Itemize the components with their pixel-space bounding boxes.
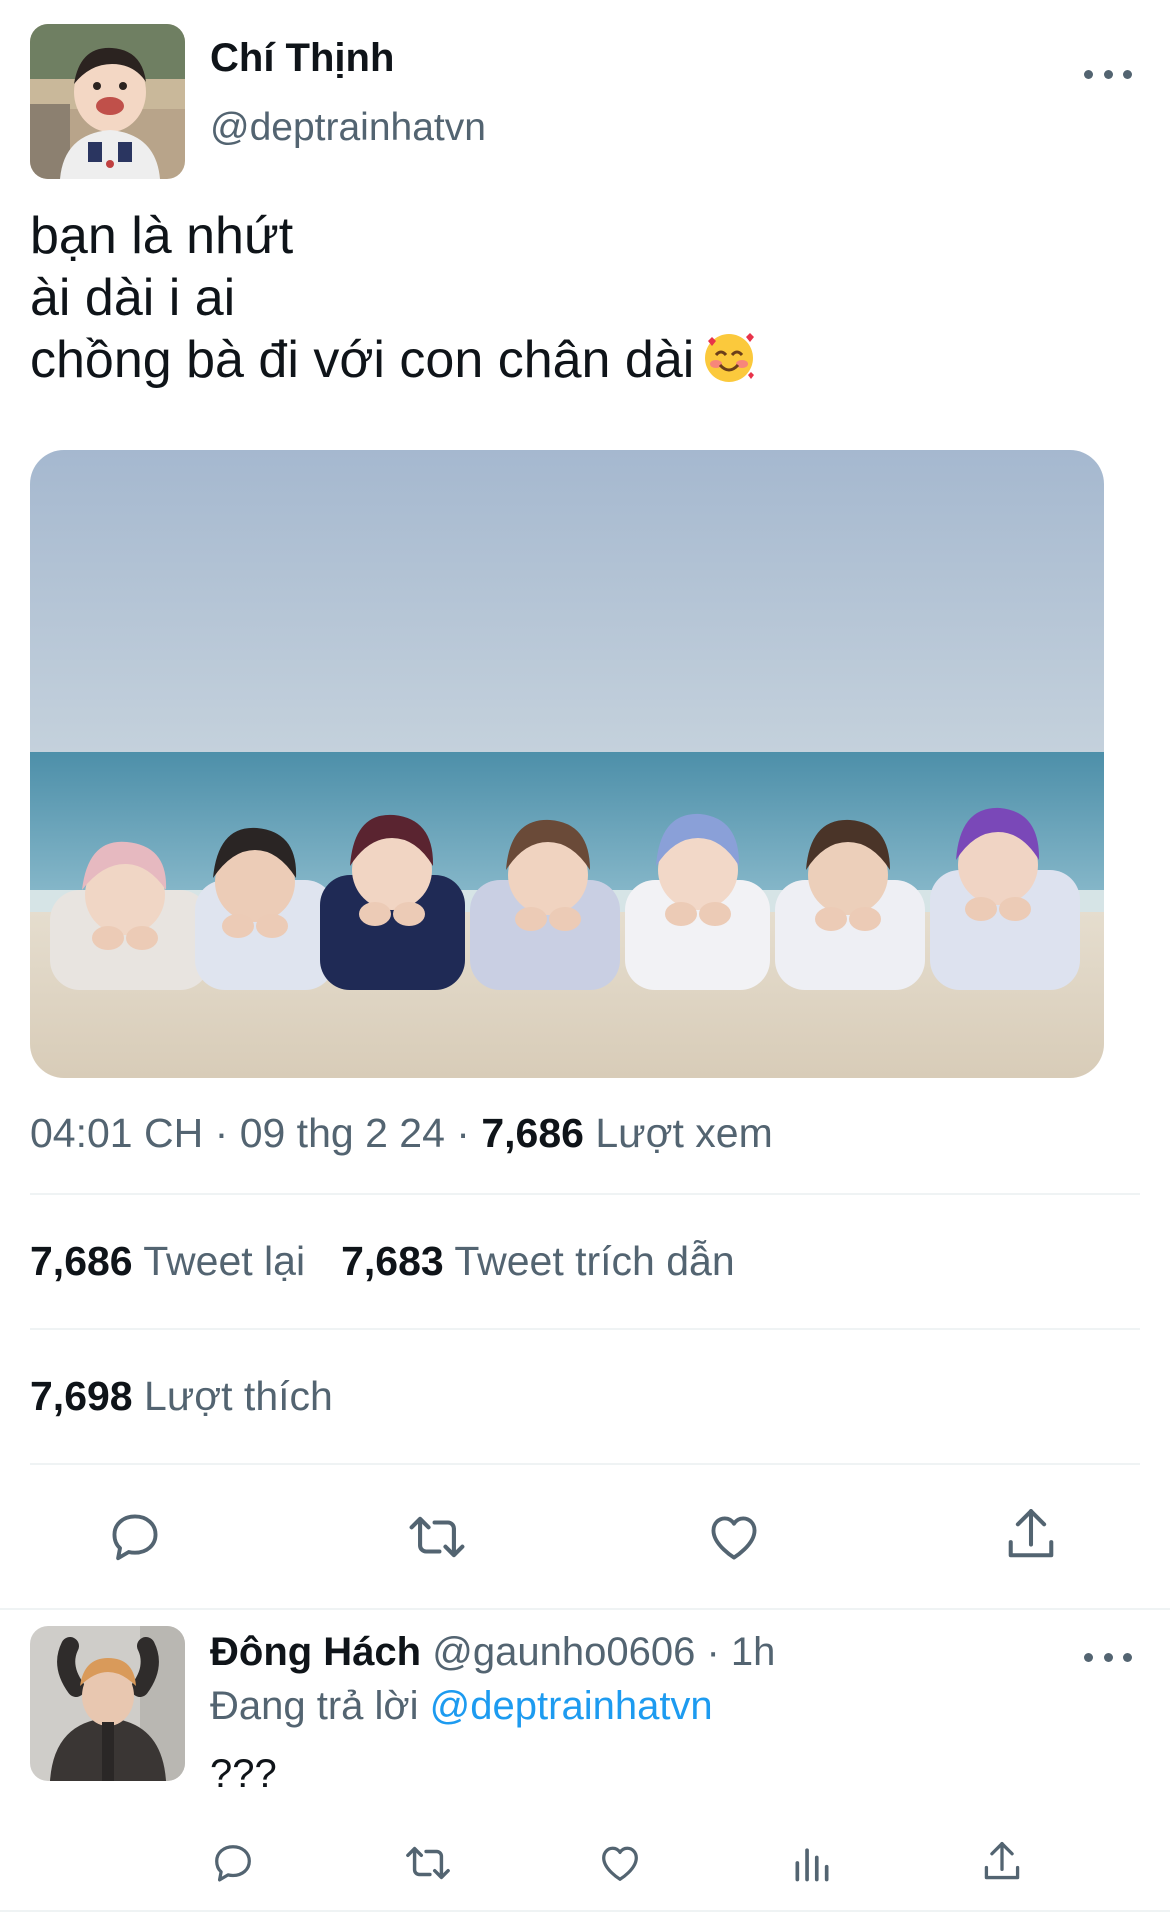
reply-reply-icon[interactable] — [210, 1840, 256, 1886]
tweet-detail-page: Chí Thịnh @deptrainhatvn bạn là nhứt ài … — [0, 0, 1170, 1918]
tweet-text-line: bạn là nhứt — [30, 207, 294, 265]
tweet-text-line: chồng bà đi với con chân dài — [30, 329, 756, 399]
author-handle[interactable]: @deptrainhatvn — [210, 106, 486, 150]
author-avatar[interactable] — [30, 24, 185, 179]
likes-stat[interactable]: 7,698 Lượt thích — [30, 1373, 333, 1420]
quotes-label: Tweet trích dẫn — [454, 1238, 735, 1284]
reply-separator: · — [706, 1630, 720, 1674]
more-options-icon[interactable] — [1084, 64, 1132, 84]
divider — [0, 1910, 1170, 1912]
tweet-photo[interactable] — [30, 450, 1104, 1078]
reply-share-icon[interactable] — [980, 1838, 1024, 1886]
reply-author-name[interactable]: Đông Hách — [210, 1630, 421, 1674]
divider — [30, 1463, 1140, 1465]
author-name[interactable]: Chí Thịnh — [210, 36, 394, 81]
reply-author-handle[interactable]: @gaunho0606 — [432, 1630, 695, 1674]
reply-analytics-icon[interactable] — [790, 1840, 834, 1886]
meta-separator: · — [456, 1110, 470, 1156]
reply-like-icon[interactable] — [596, 1840, 644, 1886]
share-icon[interactable] — [1002, 1504, 1060, 1566]
smiling-face-with-hearts-emoji — [702, 331, 756, 399]
reply-author-avatar[interactable] — [30, 1626, 185, 1781]
reply-time[interactable]: 1h — [731, 1630, 776, 1674]
views-count: 7,686 — [481, 1110, 584, 1156]
retweets-count: 7,686 — [30, 1238, 133, 1284]
divider — [30, 1328, 1140, 1330]
replying-to-line: Đang trả lời @deptrainhatvn — [210, 1684, 713, 1729]
tweet-time[interactable]: 04:01 CH — [30, 1110, 203, 1156]
likes-count: 7,698 — [30, 1373, 133, 1419]
reply-header: Đông Hách @gaunho0606 · 1h — [210, 1630, 775, 1675]
tweet-text: bạn là nhứt ài dài i ai chồng bà đi với … — [30, 205, 756, 399]
retweets-label: Tweet lại — [143, 1238, 306, 1284]
divider — [0, 1608, 1170, 1610]
quotes-count: 7,683 — [341, 1238, 444, 1284]
tweet-text-line: ài dài i ai — [30, 269, 236, 327]
tweet-timestamp-line: 04:01 CH · 09 thg 2 24 · 7,686 Lượt xem — [30, 1110, 773, 1157]
reply-icon[interactable] — [106, 1508, 164, 1566]
engagement-stats-row: 7,686 Tweet lại 7,683 Tweet trích dẫn — [30, 1238, 735, 1285]
retweets-stat[interactable]: 7,686 Tweet lại — [30, 1238, 305, 1284]
likes-label: Lượt thích — [144, 1373, 333, 1419]
views-label: Lượt xem — [595, 1110, 773, 1156]
reply-more-options-icon[interactable] — [1084, 1647, 1132, 1667]
reply-retweet-icon[interactable] — [402, 1840, 454, 1886]
divider — [30, 1193, 1140, 1195]
retweet-icon[interactable] — [404, 1508, 470, 1566]
tweet-text-line-content: chồng bà đi với con chân dài — [30, 331, 695, 389]
reply-text: ??? — [210, 1752, 277, 1796]
like-icon[interactable] — [704, 1508, 764, 1566]
tweet-date[interactable]: 09 thg 2 24 — [240, 1110, 445, 1156]
quotes-stat[interactable]: 7,683 Tweet trích dẫn — [341, 1238, 735, 1284]
replying-to-label: Đang trả lời — [210, 1684, 419, 1728]
meta-separator: · — [214, 1110, 229, 1156]
replying-to-handle-link[interactable]: @deptrainhatvn — [430, 1684, 713, 1728]
